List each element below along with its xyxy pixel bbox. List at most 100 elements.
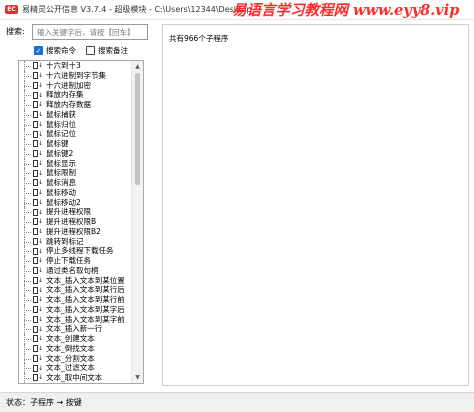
list-item[interactable]: ↓ 文本_分割文本 bbox=[19, 353, 131, 364]
list-item[interactable]: ↓ 文本_创建文本 bbox=[19, 334, 131, 344]
tree-connector bbox=[19, 343, 33, 354]
list-item[interactable]: ↓ 文本_插入文本到某行后 bbox=[19, 285, 131, 295]
list-item[interactable]: ↓ 文本_插入文本到某字后 bbox=[19, 304, 131, 315]
list-item[interactable]: ↓ 提升进程权限B2 bbox=[19, 226, 131, 237]
tree-connector bbox=[19, 226, 33, 237]
list-item-label: 文本_倒找文本 bbox=[46, 343, 95, 353]
subroutine-icon: ↓ bbox=[33, 140, 43, 148]
subroutine-icon: ↓ bbox=[33, 257, 43, 265]
list-item[interactable]: ↓ 停止多线程下载任务 bbox=[19, 246, 131, 256]
list-item[interactable]: ↓ 鼠标移动 bbox=[19, 187, 131, 198]
app-logo-icon: EC bbox=[5, 5, 18, 14]
list-item-label: 释放内存数据 bbox=[46, 100, 91, 109]
list-item[interactable]: ↓ 文本_插入文本到某字前 bbox=[19, 314, 131, 325]
list-item[interactable]: ↓ 鼠标键2 bbox=[19, 148, 131, 159]
list-item-label: 跳转到标记 bbox=[46, 236, 84, 246]
list-item[interactable]: ↓ 鼠标捕获 bbox=[19, 109, 131, 120]
list-item[interactable]: ↓ 鼠标移动2 bbox=[19, 197, 131, 208]
checkbox-unchecked-icon[interactable]: ✓ bbox=[86, 46, 95, 55]
list-item-label: 文本_取中间文本 bbox=[46, 373, 103, 382]
list-item[interactable]: ↓ 提升进程权限B bbox=[19, 217, 131, 227]
scroll-down-arrow-icon[interactable]: ▼ bbox=[132, 372, 143, 383]
tree-connector bbox=[19, 178, 33, 188]
list-item[interactable]: ↓ 十六进制到字节集 bbox=[19, 70, 131, 81]
subroutine-icon: ↓ bbox=[33, 286, 43, 294]
list-item[interactable]: ↓ 文本_过滤文本 bbox=[19, 363, 131, 373]
tree-connector bbox=[19, 168, 33, 178]
scroll-thumb[interactable] bbox=[135, 73, 140, 185]
list-item[interactable]: ↓ 文本_插入文本到某位置 bbox=[19, 275, 131, 286]
subroutine-icon: ↓ bbox=[33, 62, 43, 70]
tree-connector bbox=[19, 363, 33, 373]
list-item-label: 鼠标键2 bbox=[46, 148, 74, 158]
tree-connector bbox=[19, 246, 33, 256]
list-item-label: 文本_插入文本到某行后 bbox=[46, 285, 125, 295]
tree-connector bbox=[19, 314, 33, 325]
search-input[interactable] bbox=[32, 24, 148, 40]
tree-connector bbox=[19, 295, 33, 305]
tree-connector bbox=[19, 148, 33, 159]
list-item[interactable]: ↓ 鼠标消息 bbox=[19, 178, 131, 188]
list-item[interactable]: ↓ 文本_倒找文本 bbox=[19, 343, 131, 354]
list-item[interactable]: ↓ 提升进程权限 bbox=[19, 207, 131, 217]
search-notes-label: 搜索备注 bbox=[98, 46, 128, 55]
list-item[interactable]: ↓ 释放内存集 bbox=[19, 90, 131, 100]
command-list-panel[interactable]: ↓ 十六到十3 ↓ 十六进制到字节集 ↓ 十六进制加密 ↓ 释放内存集 ↓ 释放内存数据 ↓ 鼠标捕获… bbox=[18, 60, 144, 384]
list-item-label: 鼠标限制 bbox=[46, 168, 76, 178]
subroutine-icon: ↓ bbox=[33, 315, 43, 323]
list-item-label: 鼠标记位 bbox=[46, 129, 76, 139]
list-item[interactable]: ↓ 跳转到标记 bbox=[19, 236, 131, 247]
list-item[interactable]: ↓ 鼠标键 bbox=[19, 139, 131, 149]
list-item-label: 鼠标移动 bbox=[46, 187, 76, 197]
subroutine-icon: ↓ bbox=[33, 237, 43, 245]
subroutine-count: 共有966个子程序 bbox=[169, 34, 229, 43]
tree-connector bbox=[19, 100, 33, 110]
list-item[interactable]: ↓ 鼠标显示 bbox=[19, 158, 131, 169]
subroutine-icon: ↓ bbox=[33, 120, 43, 128]
subroutine-icon: ↓ bbox=[33, 306, 43, 314]
subroutine-icon: ↓ bbox=[33, 228, 43, 236]
list-item[interactable]: ↓ 十六到十3 bbox=[19, 61, 131, 71]
tree-connector bbox=[19, 334, 33, 344]
list-item-label: 文本_创建文本 bbox=[46, 334, 95, 343]
tree-connector bbox=[19, 324, 33, 334]
list-item-label: 十六进制加密 bbox=[46, 80, 91, 90]
list-scrollbar[interactable]: ▲ ▼ bbox=[131, 61, 143, 383]
list-item-label: 文本_插入文本到某位置 bbox=[46, 275, 125, 285]
checkbox-checked-icon[interactable]: ✓ bbox=[34, 46, 43, 55]
list-item[interactable]: ↓ 鼠标限制 bbox=[19, 168, 131, 178]
tree-connector bbox=[19, 109, 33, 120]
tree-connector bbox=[19, 70, 33, 81]
list-item-label: 文本_插入文本到某行前 bbox=[46, 295, 125, 304]
list-item[interactable]: ↓ 停止下载任务 bbox=[19, 256, 131, 266]
list-item-label: 文本_插入文本到某字前 bbox=[46, 314, 125, 324]
tree-connector bbox=[19, 353, 33, 364]
list-item[interactable]: ↓ 文本_插入新一行 bbox=[19, 324, 131, 334]
tree-connector bbox=[19, 304, 33, 315]
subroutine-icon: ↓ bbox=[33, 81, 43, 89]
scroll-up-arrow-icon[interactable]: ▲ bbox=[132, 61, 143, 72]
list-item[interactable]: ↓ 鼠标归位 bbox=[19, 119, 131, 130]
subroutine-icon: ↓ bbox=[33, 130, 43, 138]
list-item-label: 十六进制到字节集 bbox=[46, 70, 106, 80]
subroutine-icon: ↓ bbox=[33, 247, 43, 255]
list-item[interactable]: ↓ 十六进制加密 bbox=[19, 80, 131, 91]
tree-connector bbox=[19, 256, 33, 266]
tree-connector bbox=[19, 275, 33, 286]
search-commands-option[interactable]: ✓ 搜索命令 bbox=[34, 45, 76, 56]
search-notes-option[interactable]: ✓ 搜索备注 bbox=[86, 45, 128, 56]
list-item[interactable]: ↓ 释放内存数据 bbox=[19, 100, 131, 110]
subroutine-icon: ↓ bbox=[33, 345, 43, 353]
subroutine-icon: ↓ bbox=[33, 198, 43, 206]
tree-connector bbox=[19, 90, 33, 100]
tree-connector bbox=[19, 207, 33, 217]
list-item[interactable]: ↓ 通过类名取句柄 bbox=[19, 265, 131, 276]
list-item[interactable]: ↓ 文本_插入文本到某行前 bbox=[19, 295, 131, 305]
subroutine-icon: ↓ bbox=[33, 179, 43, 187]
status-text: 状态：子程序 → 按键 bbox=[6, 398, 82, 407]
subroutine-icon: ↓ bbox=[33, 374, 43, 382]
list-item[interactable]: ↓ 文本_取中间文本 bbox=[19, 373, 131, 383]
list-item[interactable]: ↓ 鼠标记位 bbox=[19, 129, 131, 139]
subroutine-icon: ↓ bbox=[33, 169, 43, 177]
list-item-label: 停止下载任务 bbox=[46, 256, 91, 265]
